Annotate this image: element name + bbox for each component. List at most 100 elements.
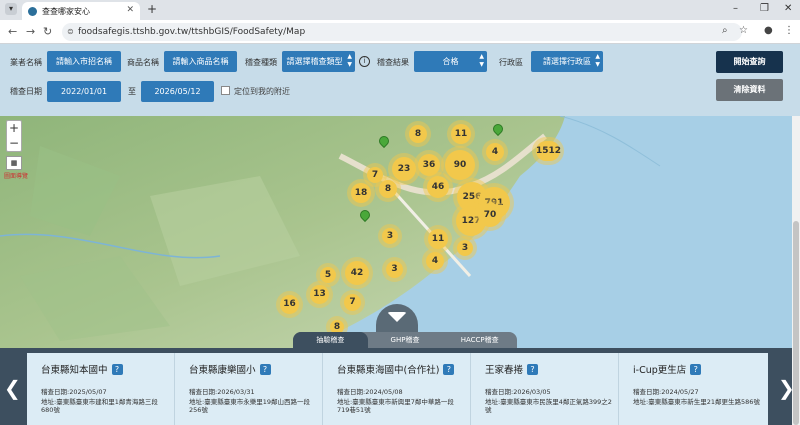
maximize-icon[interactable]: ❐ <box>760 3 769 14</box>
result-cards: 台東縣知本國中? 稽查日期:2025/05/07 地址:臺東縣臺東市建和里1鄰青… <box>27 353 768 425</box>
map-cluster[interactable]: 16 <box>280 295 299 314</box>
map-cluster[interactable]: 11 <box>428 229 448 249</box>
map-locate-icon[interactable]: ? <box>259 363 271 375</box>
district-select[interactable]: 請選擇行政區 ▲ ▼ <box>531 51 603 72</box>
browser-tab-bar: ▾ 查查哪家安心 ✕ + – ❐ ✕ <box>0 0 800 20</box>
tab-ghp-inspection[interactable]: GHP稽查 <box>368 332 443 348</box>
map-cluster[interactable]: 4 <box>486 143 504 161</box>
product-label: 商品名稱 <box>127 58 159 67</box>
profile-icon[interactable]: ● <box>764 25 773 36</box>
zoom-icon[interactable]: ⌕ <box>722 25 728 36</box>
browser-menu-icon[interactable]: ⋮ <box>784 25 794 36</box>
map-cluster[interactable]: 7 <box>367 167 383 183</box>
map-cluster[interactable]: 18 <box>351 183 371 203</box>
spinner-arrows-icon: ▲ ▼ <box>347 53 352 68</box>
info-icon[interactable]: i <box>359 56 370 67</box>
bookmark-star-icon[interactable]: ☆ <box>739 25 748 36</box>
filter-panel: 業者名稱 請輸入市招名稱 商品名稱 請輸入商品名稱 稽查種類 請選擇稽查類型 ▲ ▼… <box>0 44 800 116</box>
result-card[interactable]: 台東縣東海國中(合作社)? 稽查日期:2024/05/08 地址:臺東縣臺東市新… <box>323 353 471 425</box>
result-card[interactable]: 王家春捲? 稽查日期:2026/03/05 地址:臺東縣臺東市民族里4鄰正氣路3… <box>471 353 619 425</box>
map-cluster[interactable]: 3 <box>457 240 473 256</box>
card-name: 台東縣康樂國小 <box>189 365 256 376</box>
map-cluster[interactable]: 8 <box>409 125 427 143</box>
tab-search-icon[interactable]: ▾ <box>5 3 17 15</box>
map-cluster[interactable]: 3 <box>382 228 398 244</box>
tab-haccp-inspection[interactable]: HACCP稽查 <box>442 332 517 348</box>
result-value: 合格 <box>442 57 459 66</box>
map-cluster[interactable]: 7 <box>344 294 361 311</box>
card-address: 地址:臺東縣臺東市民族里4鄰正氣路399之2號 <box>485 398 612 414</box>
map-locate-icon[interactable]: ? <box>527 363 539 375</box>
card-name: 王家春捲 <box>485 365 524 376</box>
nearby-checkbox[interactable] <box>221 86 230 95</box>
new-tab-icon[interactable]: + <box>147 2 157 16</box>
zoom-out-button[interactable]: − <box>7 136 21 151</box>
clear-button[interactable]: 清除資料 <box>716 79 783 101</box>
spinner-arrows-icon: ▲ ▼ <box>479 53 484 68</box>
map-locate-icon[interactable]: ? <box>690 363 702 375</box>
zoom-control: + − <box>6 120 22 152</box>
forward-icon[interactable]: → <box>26 25 35 38</box>
map-locate-icon[interactable]: ? <box>111 363 123 375</box>
map-cluster[interactable]: 11 <box>451 124 471 144</box>
card-date: 稽查日期:2026/03/05 <box>485 388 551 396</box>
card-address: 地址:臺東縣臺東市新興里7鄰中華路一段719巷51號 <box>337 398 454 414</box>
date-from-input[interactable]: 2022/01/01 <box>47 81 121 102</box>
reload-icon[interactable]: ↻ <box>43 25 52 38</box>
map-view[interactable]: + − ▦ 圖面導覽 8 11 36 90 4 1512 23 7 46 256… <box>0 116 792 348</box>
tab-sampling-inspection[interactable]: 抽驗稽查 <box>293 332 368 348</box>
back-icon[interactable]: ← <box>8 25 17 38</box>
card-name: i-Cup更生店 <box>633 365 687 376</box>
prev-arrow-icon[interactable]: ❮ <box>4 376 21 400</box>
map-cluster[interactable]: 23 <box>392 157 416 181</box>
nearby-label: 定位到我的附近 <box>234 87 290 96</box>
map-cluster[interactable]: 70 <box>478 203 502 227</box>
minimize-icon[interactable]: – <box>733 3 738 14</box>
card-name: 台東縣知本國中 <box>41 365 108 376</box>
address-bar: ← → ↻ ⊜ foodsafegis.ttshb.gov.tw/ttshbGI… <box>0 20 800 44</box>
next-arrow-icon[interactable]: ❯ <box>778 376 795 400</box>
map-cluster[interactable]: 90 <box>445 150 475 180</box>
date-to-input[interactable]: 2026/05/12 <box>141 81 214 102</box>
map-cluster[interactable]: 13 <box>310 285 329 304</box>
product-input[interactable]: 請輸入商品名稱 <box>164 51 237 72</box>
card-date: 稽查日期:2026/03/31 <box>189 388 255 396</box>
spinner-arrows-icon: ▲ ▼ <box>595 53 600 68</box>
card-address: 地址:臺東縣臺東市建和里1鄰青海路三段680號 <box>41 398 158 414</box>
card-address: 地址:臺東縣臺東市永樂里19鄰山西路一段256號 <box>189 398 310 414</box>
tab-close-icon[interactable]: ✕ <box>126 5 134 15</box>
window-close-icon[interactable]: ✕ <box>784 3 792 14</box>
result-select[interactable]: 合格 ▲ ▼ <box>414 51 487 72</box>
inspection-type-value: 請選擇稽查類型 <box>286 57 343 66</box>
query-button[interactable]: 開始查詢 <box>716 51 783 73</box>
map-locate-icon[interactable]: ? <box>443 363 455 375</box>
district-value: 請選擇行政區 <box>543 57 591 66</box>
site-info-icon[interactable]: ⊜ <box>67 23 74 41</box>
map-cluster[interactable]: 36 <box>418 154 440 176</box>
card-date: 稽查日期:2025/05/07 <box>41 388 107 396</box>
inspection-type-label: 稽查種類 <box>245 58 277 67</box>
date-label: 稽查日期 <box>10 87 42 96</box>
inspection-type-select[interactable]: 請選擇稽查類型 ▲ ▼ <box>282 51 355 72</box>
map-cluster[interactable]: 8 <box>379 180 397 198</box>
url-field[interactable]: ⊜ foodsafegis.ttshb.gov.tw/ttshbGIS/Food… <box>62 23 742 41</box>
map-cluster[interactable]: 5 <box>320 267 336 283</box>
browser-tab[interactable]: 查查哪家安心 ✕ <box>22 2 140 20</box>
map-cluster[interactable]: 3 <box>386 261 403 278</box>
zoom-in-button[interactable]: + <box>7 121 21 136</box>
map-cluster[interactable]: 42 <box>345 261 369 285</box>
vendor-input[interactable]: 請輸入市招名稱 <box>47 51 121 72</box>
vendor-label: 業者名稱 <box>10 58 42 67</box>
result-card[interactable]: 台東縣知本國中? 稽查日期:2025/05/07 地址:臺東縣臺東市建和里1鄰青… <box>27 353 175 425</box>
result-label: 稽查結果 <box>377 58 409 67</box>
map-cluster[interactable]: 1512 <box>536 141 561 161</box>
to-label: 至 <box>128 87 136 96</box>
card-address: 地址:臺東縣臺東市新生里21鄰更生路586號 <box>633 398 760 406</box>
map-cluster[interactable]: 46 <box>427 176 449 198</box>
qr-code-icon[interactable]: ▦ <box>6 156 22 170</box>
map-cluster[interactable]: 4 <box>426 252 444 270</box>
result-card[interactable]: i-Cup更生店? 稽查日期:2024/05/27 地址:臺東縣臺東市新生里21… <box>619 353 767 425</box>
district-label: 行政區 <box>499 58 523 67</box>
chevron-down-icon <box>387 312 407 322</box>
result-card[interactable]: 台東縣康樂國小? 稽查日期:2026/03/31 地址:臺東縣臺東市永樂里19鄰… <box>175 353 323 425</box>
